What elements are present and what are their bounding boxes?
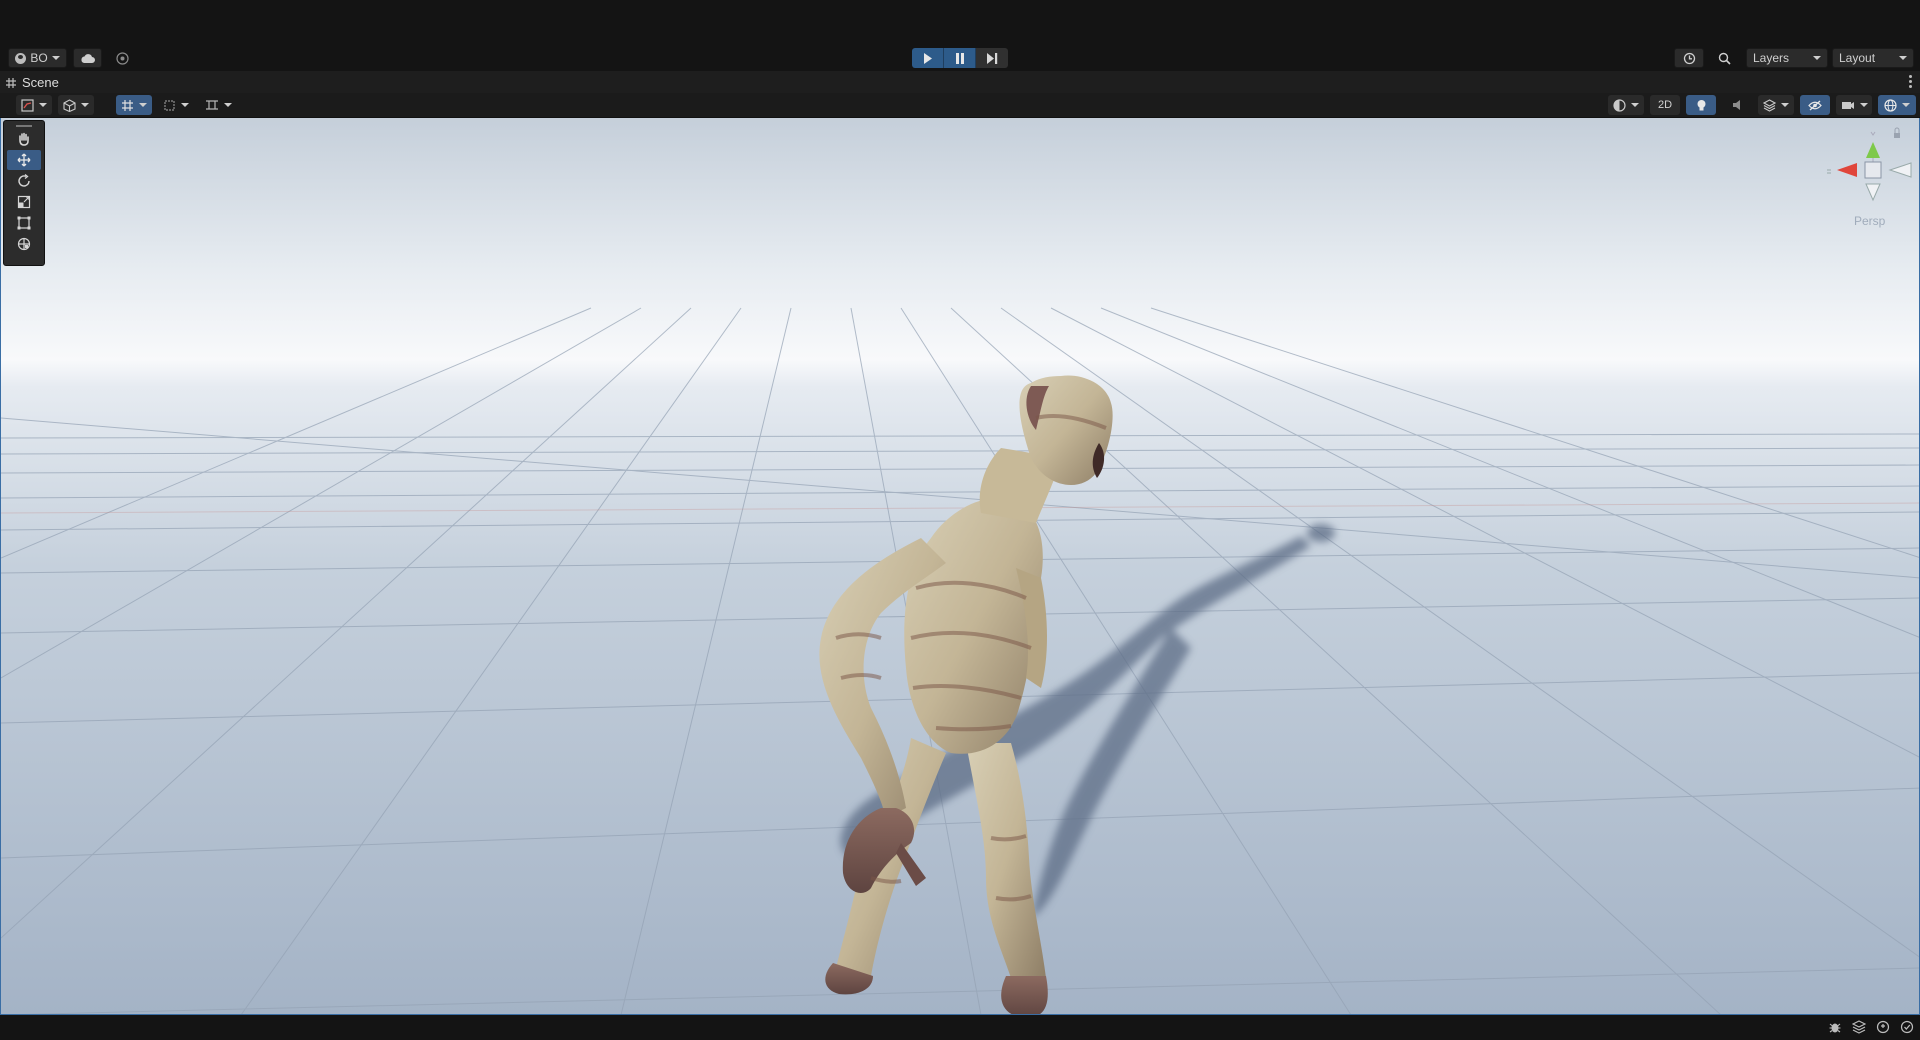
- step-icon: [986, 52, 997, 64]
- chevron-down-icon: [1899, 56, 1907, 60]
- 2d-label: 2D: [1657, 99, 1673, 111]
- overlay-grip[interactable]: [16, 125, 32, 127]
- layout-label: Layout: [1839, 51, 1876, 65]
- tab-scene[interactable]: Scene: [6, 74, 59, 91]
- chevron-down-icon: [51, 56, 60, 60]
- grid-snap-icon: [122, 99, 133, 111]
- scene-viewport[interactable]: Persp: [0, 118, 1920, 1015]
- play-button[interactable]: [912, 48, 944, 68]
- scale-tool-button[interactable]: [7, 192, 41, 212]
- transform-tool-button[interactable]: [7, 234, 41, 254]
- step-button[interactable]: [976, 48, 1008, 68]
- chevron-down-icon: [1631, 103, 1639, 107]
- cube-icon: [63, 98, 76, 112]
- cloud-button[interactable]: [73, 48, 102, 68]
- camera-icon: [1841, 101, 1854, 109]
- scene-toolbar: 2D: [0, 93, 1920, 118]
- audio-icon: [1732, 100, 1740, 110]
- playmode-controls: [912, 48, 1008, 68]
- grid-settings-icon: [205, 100, 218, 110]
- status-icons: [1828, 1020, 1914, 1034]
- check-circle-icon[interactable]: [1900, 1020, 1914, 1034]
- grid-snapping-toggle[interactable]: [116, 95, 152, 115]
- scene-render: [1, 118, 1919, 1014]
- chevron-down-icon: [139, 103, 147, 107]
- layout-dropdown[interactable]: Layout: [1832, 48, 1914, 68]
- shading-dropdown[interactable]: [1608, 95, 1644, 115]
- rect-transform-icon: [17, 216, 31, 230]
- sphere-icon: [1613, 98, 1626, 112]
- move-icon: [17, 153, 31, 167]
- history-icon: [1683, 52, 1695, 64]
- draw-mode-dropdown[interactable]: [16, 95, 52, 115]
- gizmos-dropdown[interactable]: [1878, 95, 1916, 115]
- snap-icon: [164, 99, 175, 111]
- projection-label[interactable]: Persp: [1854, 214, 1885, 228]
- chevron-down-icon: [1859, 103, 1868, 107]
- lightbake-icon[interactable]: [1876, 1020, 1890, 1034]
- view-tool-button[interactable]: [7, 129, 41, 149]
- chevron-down-icon: [1813, 56, 1821, 60]
- move-tool-button[interactable]: [7, 150, 41, 170]
- undo-history-button[interactable]: [1674, 48, 1704, 68]
- rect-tool-button[interactable]: [7, 213, 41, 233]
- tab-menu-button[interactable]: [1908, 75, 1912, 88]
- tab-title: Scene: [22, 75, 59, 90]
- play-icon: [923, 52, 932, 64]
- stack-icon[interactable]: [1851, 1020, 1867, 1034]
- rotate-tool-button[interactable]: [7, 171, 41, 191]
- transform-icon: [17, 237, 31, 251]
- main-toolbar: BO Layers Layout: [0, 44, 1920, 71]
- snap-increment-dropdown[interactable]: [158, 95, 194, 115]
- account-dropdown[interactable]: BO: [8, 48, 67, 68]
- chevron-down-icon: [81, 103, 89, 107]
- 2d-mode-toggle[interactable]: 2D: [1650, 95, 1680, 115]
- layers-stack-icon: [1763, 98, 1776, 112]
- window-tabbar: Scene: [0, 71, 1920, 93]
- lighting-toggle[interactable]: [1686, 95, 1716, 115]
- window-titlebar: [0, 0, 1920, 44]
- effects-dropdown[interactable]: [1758, 95, 1794, 115]
- grid-settings-dropdown[interactable]: [200, 95, 236, 115]
- debug-icon[interactable]: [1828, 1020, 1842, 1034]
- camera-settings-dropdown[interactable]: [1836, 95, 1872, 115]
- status-bar: [0, 1015, 1920, 1040]
- scene-visibility-toggle[interactable]: [1800, 95, 1830, 115]
- render-mode-dropdown[interactable]: [58, 95, 94, 115]
- hand-icon: [19, 132, 29, 146]
- pause-button[interactable]: [944, 48, 976, 68]
- collab-button[interactable]: [108, 48, 137, 68]
- layers-label: Layers: [1753, 51, 1790, 65]
- account-icon: [15, 52, 27, 64]
- eye-slash-icon: [1808, 100, 1822, 110]
- tools-overlay: [3, 120, 45, 266]
- scale-icon: [17, 195, 31, 209]
- chevron-down-icon: [223, 103, 232, 107]
- audio-toggle[interactable]: [1724, 95, 1752, 115]
- layers-dropdown[interactable]: Layers: [1746, 48, 1828, 68]
- search-icon: [1718, 52, 1731, 65]
- chevron-down-icon: [181, 103, 189, 107]
- draw-mode-icon: [21, 98, 34, 112]
- cloud-icon: [80, 53, 95, 63]
- rotate-icon: [18, 174, 30, 187]
- lightbulb-icon: [1697, 99, 1705, 110]
- globe-icon: [1884, 98, 1897, 112]
- chevron-down-icon: [39, 103, 47, 107]
- chevron-down-icon: [1902, 103, 1910, 107]
- account-label: BO: [30, 51, 48, 65]
- pause-icon: [955, 52, 964, 64]
- collab-icon: [116, 51, 129, 65]
- search-button[interactable]: [1710, 48, 1738, 68]
- grid-icon: [6, 77, 16, 88]
- chevron-down-icon: [1781, 103, 1789, 107]
